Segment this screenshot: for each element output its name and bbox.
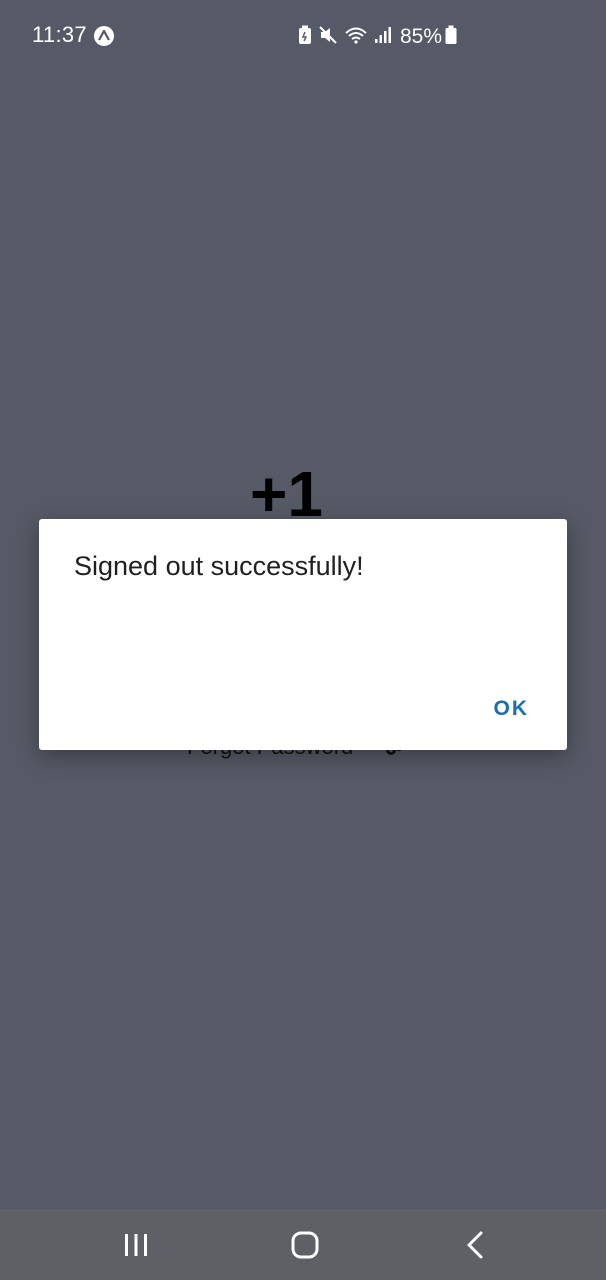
battery-saver-icon — [298, 25, 312, 50]
mute-icon — [318, 25, 338, 50]
battery-icon — [445, 25, 457, 50]
home-icon[interactable] — [285, 1229, 325, 1261]
screen: 11:37 85% +1 Signed out successfully! OK — [0, 0, 606, 1280]
ok-button[interactable]: OK — [486, 693, 538, 725]
wifi-icon — [344, 25, 368, 50]
recents-icon[interactable] — [116, 1229, 156, 1261]
app-notification-icon — [94, 26, 114, 46]
navigation-bar — [0, 1209, 606, 1280]
status-time: 11:37 — [32, 22, 87, 47]
status-icons: 85% — [298, 24, 457, 50]
app-title: +1 — [250, 458, 323, 530]
alert-dialog: Signed out successfully! OK — [39, 519, 567, 750]
battery-percent: 85% — [400, 25, 443, 48]
signal-icon — [374, 25, 392, 50]
back-icon[interactable] — [455, 1229, 495, 1261]
dialog-message: Signed out successfully! — [74, 551, 364, 581]
status-bar: 11:37 85% — [0, 0, 606, 72]
